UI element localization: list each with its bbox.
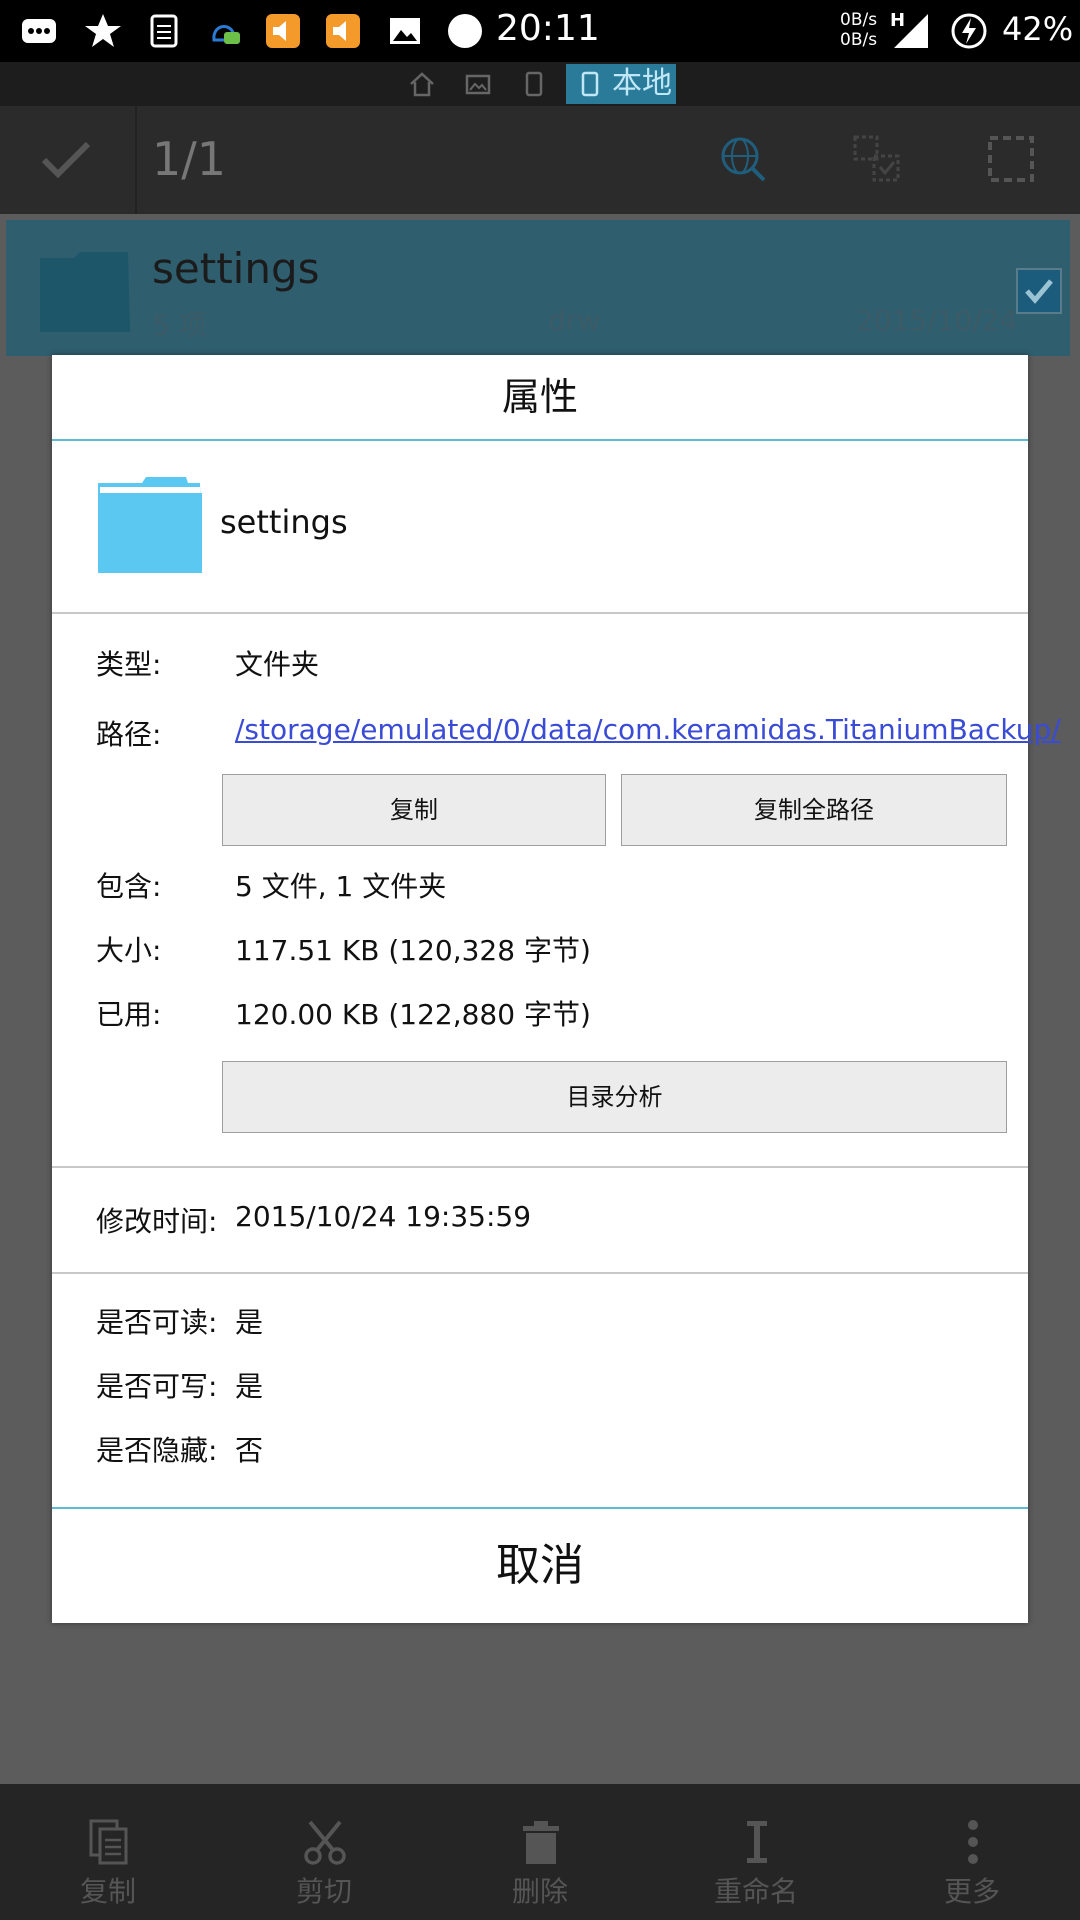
section-divider [52,612,1028,614]
used-label: 已用: [96,998,162,1031]
star-icon [85,14,121,47]
dialog-file-name: settings [220,503,348,541]
document-icon [150,14,178,48]
net-down: 0B/s [840,30,878,50]
row-permissions: drw [548,304,601,337]
battery-percent: 42% [1002,10,1074,48]
size-label: 大小: [96,934,162,967]
readable-label: 是否可读: [96,1306,218,1339]
toolbar-rename-button[interactable]: 重命名 [648,1784,864,1920]
more-icon [968,1820,978,1864]
check-icon[interactable] [40,138,92,182]
status-time: 20:11 [496,8,600,49]
path-bar: 本地 [0,62,1080,106]
toolbar-rename-label: 重命名 [713,1875,798,1908]
network-speed: 0B/s 0B/s [840,10,877,50]
action-divider [135,106,137,214]
section-divider [52,1272,1028,1274]
writable-label: 是否可写: [96,1370,218,1403]
circle-icon [448,14,482,48]
type-value: 文件夹 [235,648,320,681]
folder-icon [40,252,130,332]
checkmark-icon [1025,279,1053,304]
action-bar: 1/1 [0,106,1080,214]
net-up: 0B/s [840,10,878,30]
toolbar-copy-label: 复制 [79,1875,136,1908]
message-icon [22,19,56,43]
status-bar: 20:11 0B/s 0B/s H 42% [0,0,1080,62]
row-checkbox[interactable] [1016,268,1062,314]
dialog-title: 属性 [501,375,578,419]
home-icon[interactable] [408,70,436,98]
contains-value: 5 文件, 1 文件夹 [235,870,447,903]
toolbar-delete-button[interactable]: 删除 [432,1784,648,1920]
select-inverse-icon[interactable] [852,134,902,184]
hidden-value: 否 [235,1434,264,1467]
signal-icon [894,14,928,48]
image-icon [390,18,420,44]
path-local-tab[interactable]: 本地 [566,64,676,104]
toolbar-delete-label: 删除 [511,1875,568,1908]
toolbar-more-label: 更多 [943,1875,1000,1908]
size-value: 117.51 KB (120,328 字节) [235,934,591,967]
toolbar-copy-button[interactable]: 复制 [0,1784,216,1920]
type-label: 类型: [96,648,162,681]
volume-notification-icon-2 [326,14,360,48]
path-link[interactable]: /storage/emulated/0/data/com.keramidas.T… [235,713,1061,746]
copy-icon [89,1819,128,1865]
qq-chat-icon [212,25,240,44]
modified-label: 修改时间: [96,1205,218,1238]
row-date: 2015/10/24 [856,304,1018,337]
section-divider [52,1166,1028,1168]
folder-icon [98,477,202,573]
battery-charging-icon [951,13,987,49]
row-item-count: 5 项 [152,309,207,342]
file-list-row[interactable]: settings 5 项 drw 2015/10/24 [6,220,1070,356]
phone-icon[interactable] [520,70,548,98]
copy-button[interactable]: 复制 [222,774,606,846]
select-all-icon[interactable] [986,134,1036,184]
volume-notification-icon [266,14,300,48]
rename-icon [747,1821,767,1863]
phone-icon [581,71,599,97]
path-label: 路径: [96,718,162,751]
writable-value: 是 [235,1370,264,1403]
cut-icon [304,1820,346,1865]
delete-icon [523,1821,559,1864]
selection-count: 1/1 [152,132,227,186]
contains-label: 包含: [96,870,162,903]
hidden-label: 是否隐藏: [96,1434,218,1467]
properties-dialog: 属性 settings 类型: 文件夹 路径: /storage/emulate… [52,355,1061,1623]
footer-divider [52,1507,1028,1509]
row-name: settings [152,244,320,293]
path-local-label: 本地 [612,66,672,101]
toolbar-cut-label: 剪切 [295,1875,352,1908]
bottom-toolbar: 复制 剪切 删除 重命名 更多 [0,1784,1080,1920]
readable-value: 是 [235,1306,264,1339]
modified-value: 2015/10/24 19:35:59 [235,1200,532,1233]
gallery-icon[interactable] [464,70,492,98]
used-value: 120.00 KB (122,880 字节) [235,998,591,1031]
title-divider [52,439,1028,441]
cancel-button[interactable]: 取消 [52,1511,1028,1621]
globe-search-icon[interactable] [718,134,768,184]
toolbar-more-button[interactable]: 更多 [864,1784,1080,1920]
toolbar-cut-button[interactable]: 剪切 [216,1784,432,1920]
directory-analysis-button[interactable]: 目录分析 [222,1061,1007,1133]
copy-full-path-button[interactable]: 复制全路径 [621,774,1007,846]
